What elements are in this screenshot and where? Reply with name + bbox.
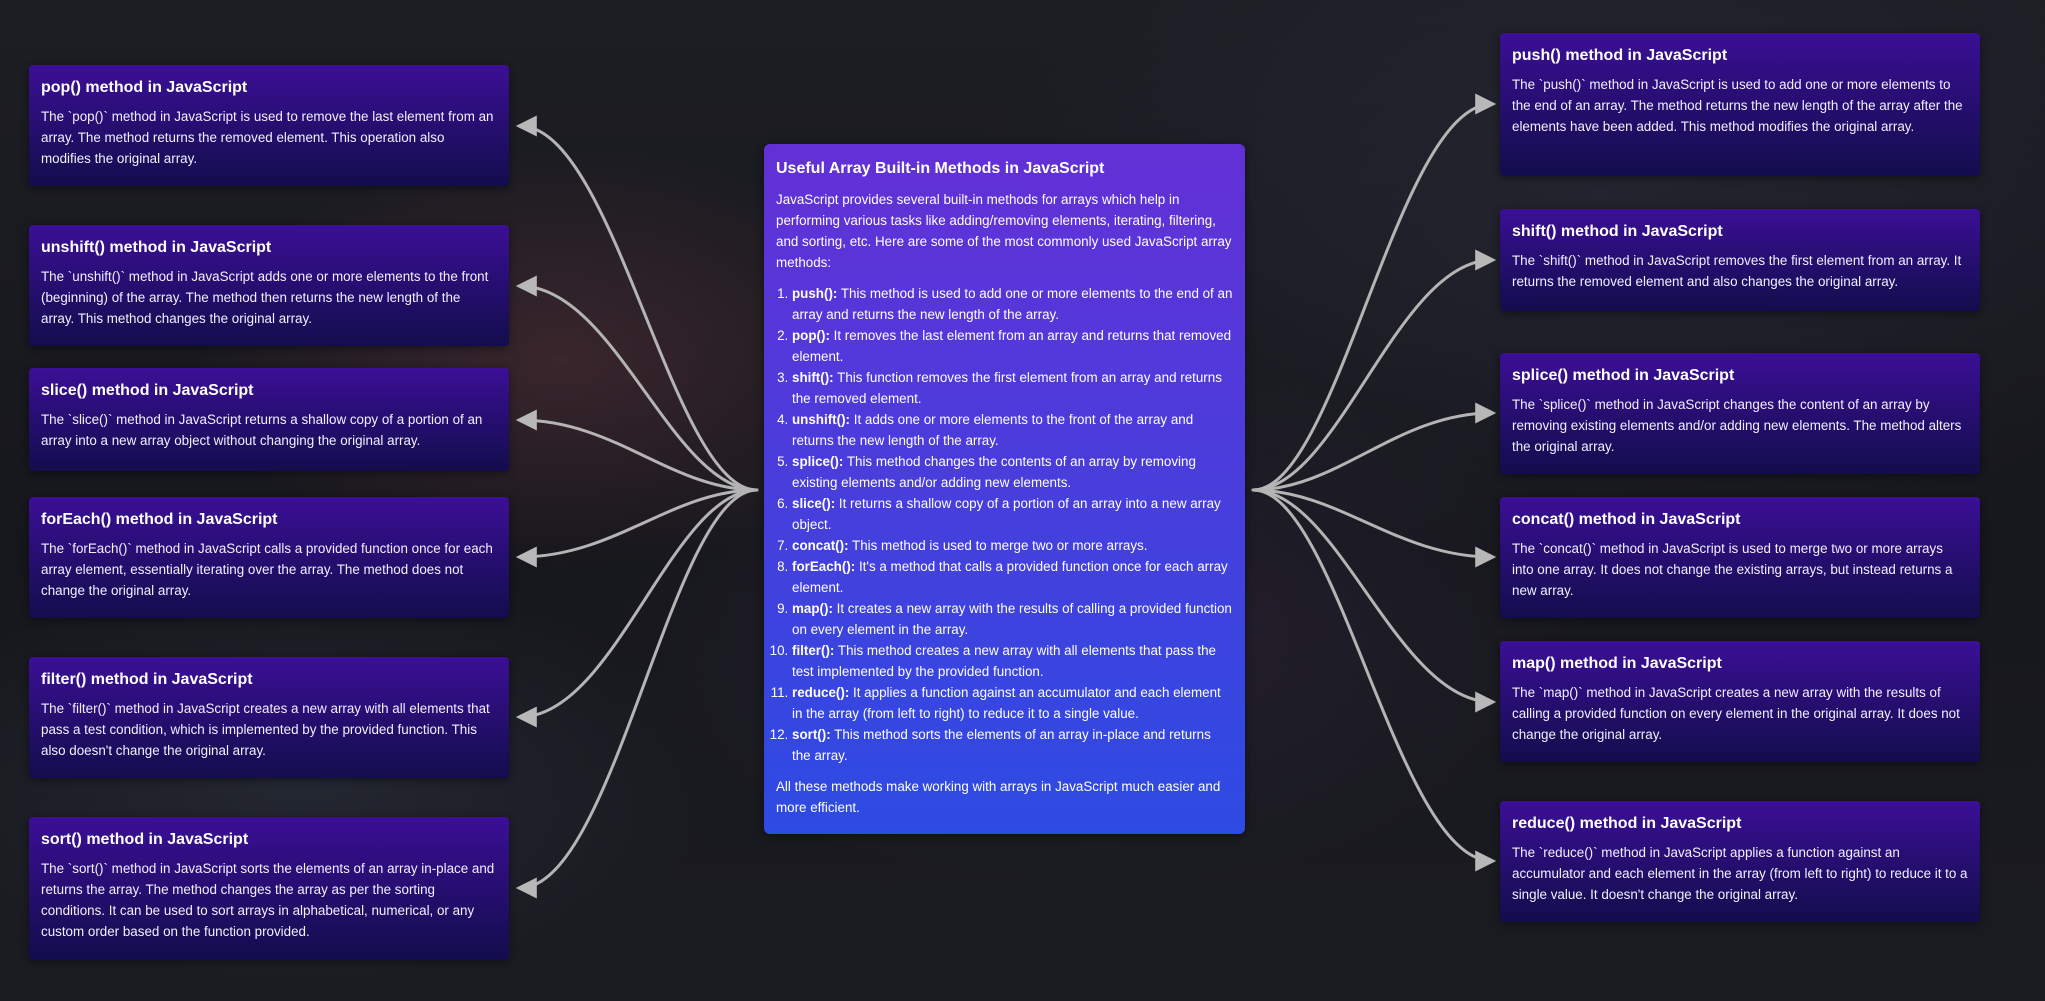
connector-arrow (1251, 402, 1497, 492)
methods-list: push(): This method is used to add one o… (776, 283, 1233, 766)
method-description: It returns a shallow copy of a portion o… (792, 496, 1221, 532)
connector-arrow (515, 488, 759, 568)
method-description: This method creates a new array with all… (792, 643, 1216, 679)
card-body: The `pop()` method in JavaScript is used… (41, 109, 494, 166)
unshift-method-card: unshift() method in JavaScript The `unsh… (29, 225, 509, 346)
method-description: This method changes the contents of an a… (792, 454, 1196, 490)
method-description: It removes the last element from an arra… (792, 328, 1232, 364)
foreach-method-card: forEach() method in JavaScript The `forE… (29, 497, 509, 618)
connector-arrow (1251, 488, 1497, 872)
card-body: The `filter()` method in JavaScript crea… (41, 701, 490, 758)
connector-arrow (1251, 488, 1497, 713)
card-title: splice() method in JavaScript (1512, 367, 1735, 384)
sort-method-card: sort() method in JavaScript The `sort()`… (29, 817, 509, 960)
method-description: This method is used to add one or more e… (792, 286, 1233, 322)
method-name: map(): (792, 601, 833, 616)
list-item: filter(): This method creates a new arra… (792, 640, 1233, 682)
connector-arrow (1251, 249, 1497, 492)
method-name: shift(): (792, 370, 834, 385)
method-description: This method is used to merge two or more… (848, 538, 1148, 553)
overview-intro: JavaScript provides several built-in met… (776, 192, 1232, 270)
array-methods-overview-card: Useful Array Built-in Methods in JavaScr… (764, 144, 1245, 834)
card-body: The `concat()` method in JavaScript is u… (1512, 541, 1953, 598)
list-item: splice(): This method changes the conten… (792, 451, 1233, 493)
method-name: sort(): (792, 727, 831, 742)
list-item: unshift(): It adds one or more elements … (792, 409, 1233, 451)
card-body: The `unshift()` method in JavaScript add… (41, 269, 489, 326)
method-name: reduce(): (792, 685, 850, 700)
method-description: It applies a function against an accumul… (792, 685, 1221, 721)
method-name: slice(): (792, 496, 836, 511)
card-body: The `splice()` method in JavaScript chan… (1512, 397, 1962, 454)
pop-method-card: pop() method in JavaScript The `pop()` m… (29, 65, 509, 186)
push-method-card: push() method in JavaScript The `push()`… (1500, 33, 1980, 176)
card-title: forEach() method in JavaScript (41, 511, 278, 528)
method-description: It creates a new array with the results … (792, 601, 1232, 637)
card-body: The `forEach()` method in JavaScript cal… (41, 541, 493, 598)
method-description: It's a method that calls a provided func… (792, 559, 1228, 595)
overview-title: Useful Array Built-in Methods in JavaScr… (776, 160, 1105, 177)
method-name: unshift(): (792, 412, 851, 427)
list-item: sort(): This method sorts the elements o… (792, 724, 1233, 766)
list-item: reduce(): It applies a function against … (792, 682, 1233, 724)
list-item: pop(): It removes the last element from … (792, 325, 1233, 367)
card-title: pop() method in JavaScript (41, 79, 248, 96)
card-body: The `shift()` method in JavaScript remov… (1512, 253, 1962, 289)
card-title: filter() method in JavaScript (41, 671, 253, 688)
card-title: map() method in JavaScript (1512, 655, 1722, 672)
reduce-method-card: reduce() method in JavaScript The `reduc… (1500, 801, 1980, 922)
method-name: forEach(): (792, 559, 856, 574)
list-item: shift(): This function removes the first… (792, 367, 1233, 409)
list-item: forEach(): It's a method that calls a pr… (792, 556, 1233, 598)
overview-outro: All these methods make working with arra… (776, 779, 1221, 815)
card-body: The `map()` method in JavaScript creates… (1512, 685, 1960, 742)
connector-arrow (1251, 93, 1497, 492)
concat-method-card: concat() method in JavaScript The `conca… (1500, 497, 1980, 618)
method-name: pop(): (792, 328, 830, 343)
connector-arrow (1251, 488, 1497, 568)
method-description: It adds one or more elements to the fron… (792, 412, 1194, 448)
method-description: This function removes the first element … (792, 370, 1222, 406)
list-item: map(): It creates a new array with the r… (792, 598, 1233, 640)
list-item: slice(): It returns a shallow copy of a … (792, 493, 1233, 535)
method-name: splice(): (792, 454, 844, 469)
connector-arrow (515, 115, 759, 492)
card-body: The `reduce()` method in JavaScript appl… (1512, 845, 1968, 902)
card-body: The `push()` method in JavaScript is use… (1512, 77, 1963, 134)
card-body: The `slice()` method in JavaScript retur… (41, 412, 483, 448)
connector-arrow (515, 275, 759, 492)
card-title: slice() method in JavaScript (41, 382, 254, 399)
slice-method-card: slice() method in JavaScript The `slice(… (29, 368, 509, 471)
card-title: shift() method in JavaScript (1512, 223, 1723, 240)
filter-method-card: filter() method in JavaScript The `filte… (29, 657, 509, 778)
card-title: reduce() method in JavaScript (1512, 815, 1742, 832)
shift-method-card: shift() method in JavaScript The `shift(… (1500, 209, 1980, 311)
method-description: This method sorts the elements of an arr… (792, 727, 1211, 763)
card-title: sort() method in JavaScript (41, 831, 249, 848)
card-body: The `sort()` method in JavaScript sorts … (41, 861, 495, 939)
card-title: unshift() method in JavaScript (41, 239, 272, 256)
map-method-card: map() method in JavaScript The `map()` m… (1500, 641, 1980, 762)
method-name: concat(): (792, 538, 849, 553)
list-item: push(): This method is used to add one o… (792, 283, 1233, 325)
card-title: concat() method in JavaScript (1512, 511, 1741, 528)
card-title: push() method in JavaScript (1512, 47, 1728, 64)
list-item: concat(): This method is used to merge t… (792, 535, 1233, 556)
method-name: push(): (792, 286, 838, 301)
method-name: filter(): (792, 643, 835, 658)
splice-method-card: splice() method in JavaScript The `splic… (1500, 353, 1980, 474)
connector-arrow (515, 488, 759, 899)
